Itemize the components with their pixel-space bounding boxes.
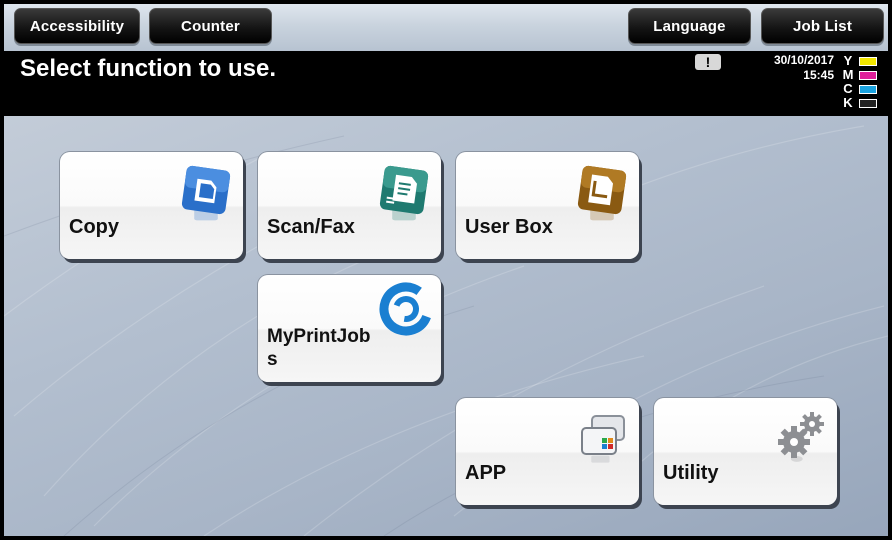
user-box-icon-reflection — [590, 208, 614, 221]
copy-icon-reflection — [194, 208, 218, 221]
accessibility-button[interactable]: Accessibility — [14, 8, 140, 44]
toner-letter: M — [842, 67, 854, 82]
tile-label: Utility — [663, 462, 719, 484]
tile-label: Scan/Fax — [267, 216, 355, 238]
toner-level-bar — [859, 84, 877, 94]
counter-button[interactable]: Counter — [149, 8, 272, 44]
toner-m: M — [842, 68, 877, 82]
scan-fax-icon-reflection — [392, 208, 416, 221]
tile-label: APP — [465, 462, 507, 484]
message-bar: Select function to use. ! 30/10/2017 15:… — [4, 51, 888, 116]
toner-level-bar — [859, 70, 877, 80]
job-list-button[interactable]: Job List — [761, 8, 884, 44]
tile-label: User Box — [465, 216, 553, 238]
app-tile[interactable]: APP — [456, 398, 639, 505]
toner-letter: K — [843, 95, 853, 110]
utility-tile[interactable]: Utility — [654, 398, 837, 505]
function-panel: Copy Scan/Fax User Box MyPrintJob s APP … — [4, 116, 888, 536]
time-display: 15:45 — [803, 68, 834, 82]
exclamation-icon[interactable]: ! — [695, 54, 721, 70]
myprintjobs-icon — [379, 282, 432, 336]
toner-letter: Y — [843, 53, 853, 68]
gear-icon-reflection — [790, 455, 803, 462]
device-screen: Accessibility Counter Language Job List … — [0, 0, 892, 540]
myprintjobs-tile[interactable]: MyPrintJob s — [258, 275, 441, 382]
status-message: Select function to use. — [20, 55, 277, 82]
toner-level-bar — [859, 56, 877, 66]
toner-c: C — [842, 82, 877, 96]
app-icon-reflection — [591, 455, 610, 463]
copy-tile[interactable]: Copy — [60, 152, 243, 259]
toner-level-bar — [859, 98, 877, 108]
tile-label: MyPrintJob s — [267, 326, 371, 370]
date-display: 30/10/2017 — [773, 53, 834, 67]
user-box-tile[interactable]: User Box — [456, 152, 639, 259]
toner-k: K — [842, 96, 877, 110]
language-button[interactable]: Language — [628, 8, 751, 44]
toner-y: Y — [842, 54, 877, 68]
toner-letter: C — [843, 81, 853, 96]
tile-label: Copy — [69, 216, 119, 238]
top-bar: Accessibility Counter Language Job List — [4, 4, 888, 51]
scan-fax-tile[interactable]: Scan/Fax — [258, 152, 441, 259]
